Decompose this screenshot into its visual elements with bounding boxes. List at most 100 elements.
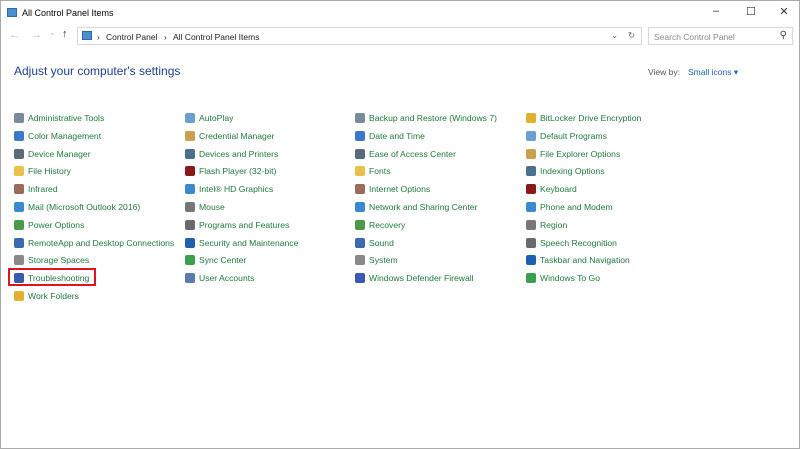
up-button[interactable]: ↑ [62, 28, 68, 40]
item-label: Sound [369, 237, 394, 248]
control-panel-item-device-manager[interactable]: Device Manager [14, 147, 91, 161]
item-label: Work Folders [28, 291, 79, 301]
control-panel-item-keyboard[interactable]: Keyboard [526, 182, 577, 196]
control-panel-item-programs-and-features[interactable]: Programs and Features [185, 218, 289, 232]
troubleshooting-highlight [8, 268, 96, 286]
item-icon [355, 113, 365, 123]
item-icon [355, 237, 365, 248]
back-button[interactable]: ← [9, 29, 20, 41]
item-icon [185, 202, 195, 212]
control-panel-item-infrared[interactable]: Infrared [14, 182, 58, 196]
control-panel-item-indexing-options[interactable]: Indexing Options [526, 164, 605, 178]
item-icon [355, 219, 365, 230]
control-panel-item-speech-recognition[interactable]: Speech Recognition [526, 236, 617, 250]
control-panel-item-default-programs[interactable]: Default Programs [526, 129, 607, 143]
item-label: System [369, 255, 398, 266]
item-label: Flash Player (32-bit) [199, 166, 277, 177]
control-panel-item-autoplay[interactable]: AutoPlay [185, 111, 233, 125]
control-panel-item-color-management[interactable]: Color Management [14, 129, 101, 143]
maximize-button[interactable]: ☐ [736, 5, 766, 21]
search-input[interactable]: Search Control Panel ⚲ [648, 27, 793, 45]
item-icon [355, 202, 365, 212]
close-button[interactable]: ✕ [769, 5, 799, 21]
control-panel-item-phone-and-modem[interactable]: Phone and Modem [526, 200, 613, 214]
control-panel-item-windows-to-go[interactable]: Windows To Go [526, 271, 600, 285]
control-panel-item-security-and-maintenance[interactable]: Security and Maintenance [185, 236, 298, 250]
item-icon [355, 255, 365, 266]
item-label: Mouse [199, 202, 225, 212]
control-panel-icon [82, 31, 92, 40]
item-icon [355, 273, 365, 284]
control-panel-item-bitlocker-drive-encryption[interactable]: BitLocker Drive Encryption [526, 111, 641, 125]
control-panel-item-internet-options[interactable]: Internet Options [355, 182, 430, 196]
control-panel-item-backup-and-restore-windows-7[interactable]: Backup and Restore (Windows 7) [355, 111, 497, 125]
item-icon [185, 113, 195, 123]
item-label: Intel® HD Graphics [199, 184, 274, 195]
page-title: Adjust your computer's settings [14, 64, 181, 78]
control-panel-item-taskbar-and-navigation[interactable]: Taskbar and Navigation [526, 253, 630, 267]
minimize-button[interactable]: ‒ [701, 5, 731, 21]
item-label: Infrared [28, 184, 58, 195]
control-panel-item-file-explorer-options[interactable]: File Explorer Options [526, 147, 620, 161]
item-label: Phone and Modem [540, 202, 613, 212]
control-panel-item-file-history[interactable]: File History [14, 164, 71, 178]
control-panel-item-sound[interactable]: Sound [355, 236, 394, 250]
search-placeholder: Search Control Panel [654, 32, 735, 42]
view-by-dropdown[interactable]: Small icons ▾ [688, 67, 738, 78]
control-panel-item-system[interactable]: System [355, 253, 398, 267]
control-panel-item-fonts[interactable]: Fonts [355, 164, 391, 178]
breadcrumb-all-items[interactable]: All Control Panel Items [173, 32, 259, 42]
item-icon [14, 255, 24, 266]
item-label: Programs and Features [199, 219, 290, 230]
item-label: Windows To Go [540, 273, 601, 284]
control-panel-item-date-and-time[interactable]: Date and Time [355, 129, 425, 143]
control-panel-item-remoteapp-and-desktop-connections[interactable]: RemoteApp and Desktop Connections [14, 236, 174, 250]
control-panel-item-ease-of-access-center[interactable]: Ease of Access Center [355, 147, 456, 161]
control-panel-item-power-options[interactable]: Power Options [14, 218, 84, 232]
control-panel-item-work-folders[interactable]: Work Folders [14, 289, 79, 303]
item-icon [185, 184, 195, 195]
control-panel-item-mail-microsoft-outlook-2016[interactable]: Mail (Microsoft Outlook 2016) [14, 200, 140, 214]
control-panel-item-user-accounts[interactable]: User Accounts [185, 271, 254, 285]
item-icon [14, 148, 24, 159]
item-icon [14, 219, 24, 230]
item-label: Region [540, 219, 568, 230]
item-icon [185, 237, 195, 248]
item-icon [14, 237, 24, 248]
forward-button[interactable]: → [31, 29, 42, 41]
control-panel-item-region[interactable]: Region [526, 218, 567, 232]
control-panel-item-intel-hd-graphics[interactable]: Intel® HD Graphics [185, 182, 273, 196]
item-label: Windows Defender Firewall [369, 273, 474, 284]
item-label: File History [28, 166, 71, 177]
item-label: Date and Time [369, 130, 425, 141]
item-label: User Accounts [199, 273, 255, 284]
item-label: Color Management [28, 130, 102, 141]
item-icon [526, 202, 536, 212]
control-panel-item-flash-player-32-bit[interactable]: Flash Player (32-bit) [185, 164, 276, 178]
item-label: Administrative Tools [28, 113, 105, 123]
item-icon [526, 237, 536, 248]
recent-locations-button[interactable]: ⌄ [49, 28, 56, 37]
search-icon[interactable]: ⚲ [780, 30, 787, 41]
item-label: Network and Sharing Center [369, 202, 478, 212]
item-icon [526, 273, 536, 284]
address-input[interactable]: › Control Panel › All Control Panel Item… [77, 27, 642, 45]
control-panel-item-windows-defender-firewall[interactable]: Windows Defender Firewall [355, 271, 474, 285]
control-panel-item-recovery[interactable]: Recovery [355, 218, 405, 232]
item-label: Device Manager [28, 148, 91, 159]
breadcrumb-control-panel[interactable]: Control Panel [106, 32, 158, 42]
control-panel-item-network-and-sharing-center[interactable]: Network and Sharing Center [355, 200, 477, 214]
control-panel-item-storage-spaces[interactable]: Storage Spaces [14, 253, 89, 267]
separator: › [164, 32, 167, 42]
control-panel-item-mouse[interactable]: Mouse [185, 200, 225, 214]
control-panel-item-administrative-tools[interactable]: Administrative Tools [14, 111, 104, 125]
refresh-icon[interactable]: ↻ [628, 30, 635, 41]
item-icon [185, 148, 195, 159]
address-dropdown-icon[interactable]: ⌄ [611, 30, 618, 41]
control-panel-item-sync-center[interactable]: Sync Center [185, 253, 246, 267]
control-panel-item-credential-manager[interactable]: Credential Manager [185, 129, 274, 143]
item-icon [14, 291, 24, 301]
control-panel-item-devices-and-printers[interactable]: Devices and Printers [185, 147, 278, 161]
item-label: Storage Spaces [28, 255, 90, 266]
item-icon [355, 184, 365, 195]
